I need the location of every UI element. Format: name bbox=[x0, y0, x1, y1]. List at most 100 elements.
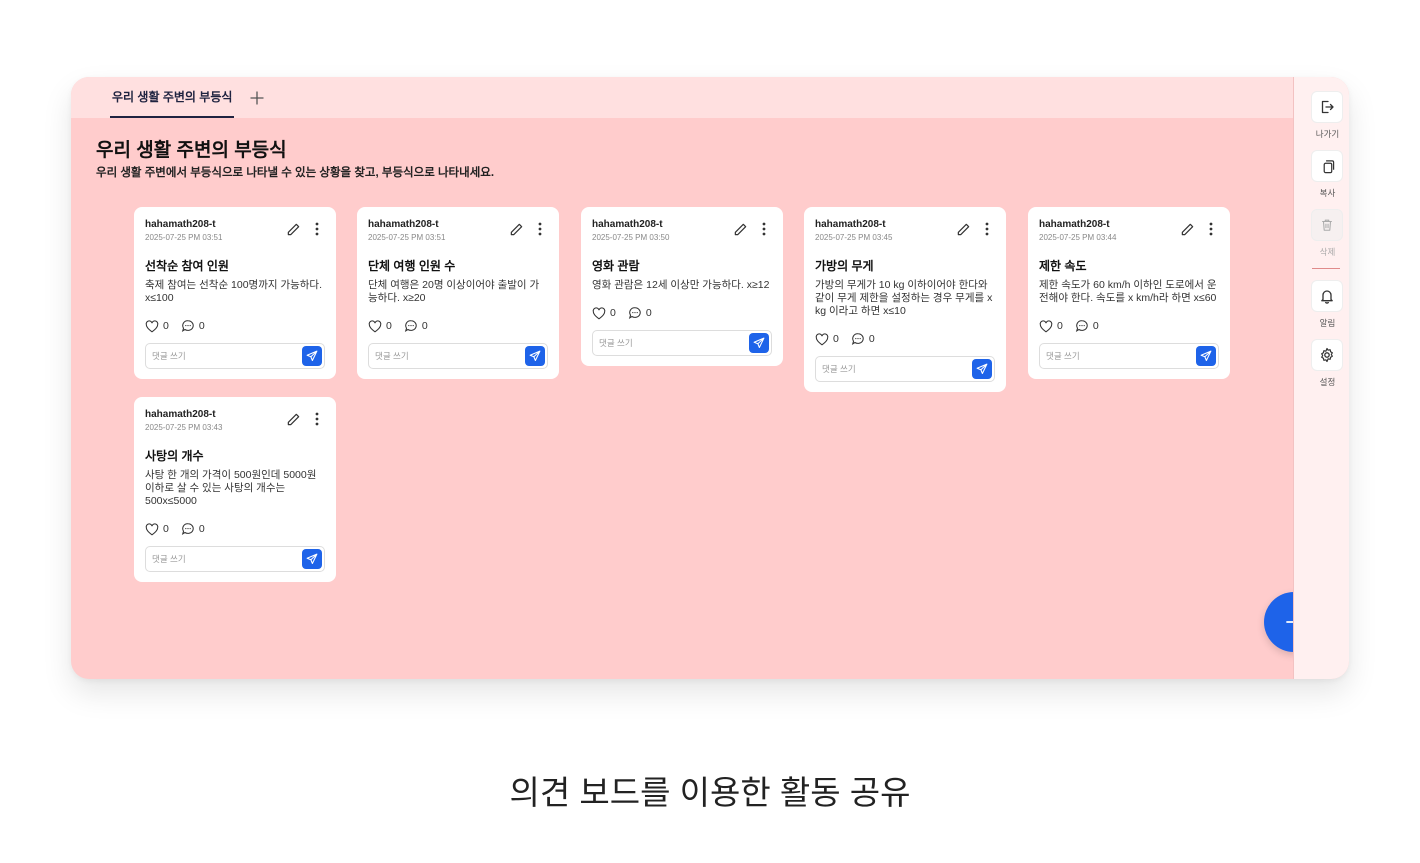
pencil-icon bbox=[1181, 223, 1193, 235]
comment-input[interactable] bbox=[152, 554, 292, 564]
delete-button[interactable] bbox=[1311, 209, 1343, 241]
like-button[interactable]: 0 bbox=[815, 332, 839, 346]
pencil-icon bbox=[287, 223, 299, 235]
like-button[interactable]: 0 bbox=[592, 306, 616, 320]
like-button[interactable]: 0 bbox=[145, 319, 169, 333]
like-button[interactable]: 0 bbox=[145, 522, 169, 536]
send-icon bbox=[306, 553, 318, 565]
post-author: hahamath208-t bbox=[145, 219, 216, 230]
comment-count: 0 bbox=[1092, 320, 1099, 332]
send-button[interactable] bbox=[972, 359, 992, 379]
pencil-icon bbox=[734, 223, 746, 235]
alarm-button[interactable] bbox=[1311, 280, 1343, 312]
like-count: 0 bbox=[610, 307, 616, 319]
comment-icon bbox=[181, 320, 194, 332]
heart-icon bbox=[145, 319, 159, 332]
edit-button[interactable] bbox=[285, 221, 301, 237]
send-button[interactable] bbox=[302, 549, 322, 569]
post-card[interactable]: hahamath208-t 2025-07-25 PM 03:44 제한 속도 … bbox=[1028, 207, 1230, 379]
comment-count: 0 bbox=[198, 320, 205, 332]
heart-icon bbox=[1039, 319, 1053, 332]
comment-box bbox=[815, 356, 995, 382]
add-tab-button[interactable] bbox=[250, 77, 265, 118]
comment-box bbox=[592, 330, 772, 356]
edit-button[interactable] bbox=[955, 221, 971, 237]
post-card[interactable]: hahamath208-t 2025-07-25 PM 03:43 사탕의 개수… bbox=[134, 397, 336, 582]
comment-icon bbox=[1075, 320, 1088, 332]
post-card[interactable]: hahamath208-t 2025-07-25 PM 03:45 가방의 무게… bbox=[804, 207, 1006, 392]
more-button[interactable] bbox=[1203, 221, 1219, 237]
delete-label: 삭제 bbox=[1319, 247, 1336, 257]
tab-bar: 우리 생활 주변의 부등식 bbox=[71, 77, 1293, 118]
heart-icon bbox=[592, 306, 606, 319]
edit-button[interactable] bbox=[508, 221, 524, 237]
post-date: 2025-07-25 PM 03:45 bbox=[815, 233, 893, 242]
comment-count-button[interactable]: 0 bbox=[181, 319, 205, 333]
more-button[interactable] bbox=[756, 221, 772, 237]
edit-button[interactable] bbox=[1179, 221, 1195, 237]
copy-button[interactable] bbox=[1311, 150, 1343, 182]
post-title: 제한 속도 bbox=[1039, 259, 1087, 273]
post-card[interactable]: hahamath208-t 2025-07-25 PM 03:51 선착순 참여… bbox=[134, 207, 336, 379]
comment-icon bbox=[181, 523, 194, 535]
post-date: 2025-07-25 PM 03:51 bbox=[368, 233, 446, 242]
bell-icon bbox=[1321, 290, 1333, 304]
comment-input[interactable] bbox=[599, 338, 739, 348]
pencil-icon bbox=[957, 223, 969, 235]
post-title: 단체 여행 인원 수 bbox=[368, 259, 456, 273]
like-count: 0 bbox=[1057, 320, 1063, 332]
like-button[interactable]: 0 bbox=[368, 319, 392, 333]
post-card[interactable]: hahamath208-t 2025-07-25 PM 03:51 단체 여행 … bbox=[357, 207, 559, 379]
post-author: hahamath208-t bbox=[145, 409, 216, 420]
comment-input[interactable] bbox=[152, 351, 292, 361]
board-title: 우리 생활 주변의 부등식 bbox=[96, 140, 287, 161]
exit-button[interactable] bbox=[1311, 91, 1343, 123]
more-icon bbox=[315, 222, 319, 236]
exit-icon bbox=[1321, 100, 1334, 114]
comment-input[interactable] bbox=[1046, 351, 1186, 361]
comment-count: 0 bbox=[421, 320, 428, 332]
post-date: 2025-07-25 PM 03:44 bbox=[1039, 233, 1117, 242]
pencil-icon bbox=[510, 223, 522, 235]
comment-count-button[interactable]: 0 bbox=[404, 319, 428, 333]
comment-count: 0 bbox=[198, 523, 205, 535]
comment-box bbox=[145, 343, 325, 369]
more-button[interactable] bbox=[309, 221, 325, 237]
edit-button[interactable] bbox=[732, 221, 748, 237]
settings-label: 설정 bbox=[1319, 377, 1336, 387]
comment-count-button[interactable]: 0 bbox=[181, 522, 205, 536]
post-body: 가방의 무게가 10 kg 이하이어야 한다와 같이 무게 제한을 설정하는 경… bbox=[815, 279, 993, 317]
more-button[interactable] bbox=[532, 221, 548, 237]
send-button[interactable] bbox=[1196, 346, 1216, 366]
send-button[interactable] bbox=[749, 333, 769, 353]
more-button[interactable] bbox=[309, 411, 325, 427]
comment-input[interactable] bbox=[375, 351, 515, 361]
board-window: 우리 생활 주변의 부등식 우리 생활 주변의 부등식 우리 생활 주변에서 부… bbox=[71, 77, 1349, 679]
tab-board[interactable]: 우리 생활 주변의 부등식 bbox=[110, 77, 235, 118]
post-body: 축제 참여는 선착순 100명까지 가능하다. x≤100 bbox=[145, 279, 323, 304]
settings-button[interactable] bbox=[1311, 339, 1343, 371]
edit-button[interactable] bbox=[285, 411, 301, 427]
send-icon bbox=[306, 350, 318, 362]
post-author: hahamath208-t bbox=[815, 219, 886, 230]
send-button[interactable] bbox=[525, 346, 545, 366]
more-icon bbox=[985, 222, 989, 236]
comment-icon bbox=[851, 333, 864, 345]
send-icon bbox=[976, 363, 988, 375]
like-button[interactable]: 0 bbox=[1039, 319, 1063, 333]
comment-input[interactable] bbox=[822, 364, 962, 374]
comment-box bbox=[145, 546, 325, 572]
post-date: 2025-07-25 PM 03:43 bbox=[145, 423, 223, 432]
post-card[interactable]: hahamath208-t 2025-07-25 PM 03:50 영화 관람 … bbox=[581, 207, 783, 366]
board-description: 우리 생활 주변에서 부등식으로 나타낼 수 있는 상황을 찾고, 부등식으로 … bbox=[96, 167, 495, 179]
post-body: 제한 속도가 60 km/h 이하인 도로에서 운전해야 한다. 속도를 x k… bbox=[1039, 279, 1217, 304]
post-title: 선착순 참여 인원 bbox=[145, 259, 229, 273]
more-button[interactable] bbox=[979, 221, 995, 237]
comment-count-button[interactable]: 0 bbox=[851, 332, 875, 346]
post-body: 사탕 한 개의 가격이 500원인데 5000원 이하로 살 수 있는 사탕의 … bbox=[145, 469, 317, 507]
comment-icon bbox=[404, 320, 417, 332]
send-button[interactable] bbox=[302, 346, 322, 366]
comment-count-button[interactable]: 0 bbox=[628, 306, 652, 320]
comment-count-button[interactable]: 0 bbox=[1075, 319, 1099, 333]
post-date: 2025-07-25 PM 03:51 bbox=[145, 233, 223, 242]
